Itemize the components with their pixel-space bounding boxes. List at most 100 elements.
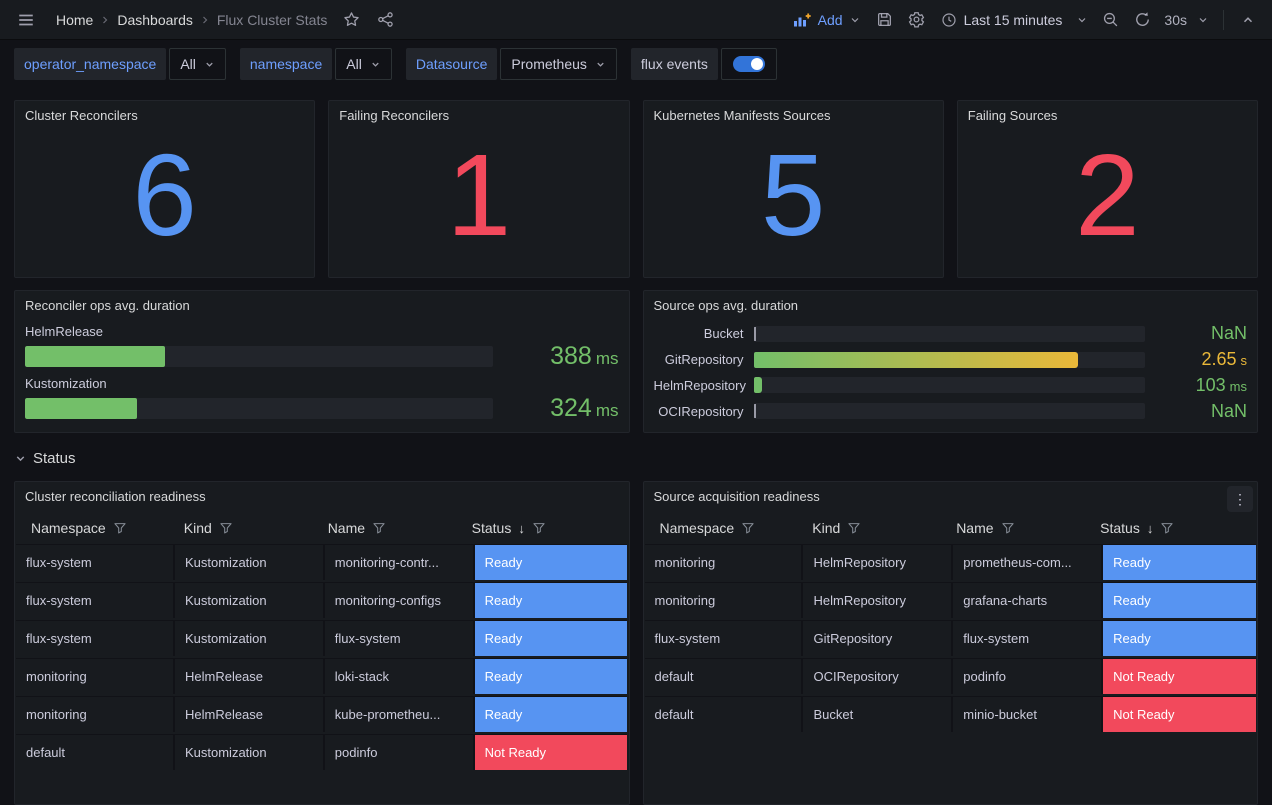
column-header-namespace[interactable]: Namespace (660, 520, 813, 536)
reconciler-ops-panel: Reconciler ops avg. duration HelmRelease… (14, 290, 630, 433)
time-range-picker[interactable]: Last 15 minutes (935, 6, 1069, 34)
gauge-track (25, 398, 493, 419)
flux-events-toggle[interactable] (721, 48, 777, 80)
refresh-icon[interactable] (1128, 6, 1156, 34)
filter-icon[interactable] (372, 521, 386, 535)
cell-name: monitoring-configs (325, 582, 475, 618)
cell-kind: Kustomization (175, 620, 325, 656)
filter-icon[interactable] (1001, 521, 1015, 535)
cell-namespace: monitoring (645, 582, 804, 618)
gauge-value: NaN (1155, 323, 1247, 344)
table-row: flux-systemKustomizationmonitoring-contr… (16, 544, 628, 580)
stat-value: 1 (329, 113, 628, 277)
status-badge: Ready (1103, 620, 1256, 656)
column-header-kind[interactable]: Kind (184, 520, 328, 536)
datasource-value-dropdown[interactable]: Prometheus (500, 48, 616, 80)
panel-title[interactable]: Source ops avg. duration (644, 291, 1258, 317)
breadcrumb-dashboards[interactable]: Dashboards (113, 12, 197, 28)
panel-menu-icon[interactable]: ⋮ (1227, 486, 1253, 512)
column-label: Kind (184, 520, 212, 536)
column-header-name[interactable]: Name (328, 520, 472, 536)
column-header-kind[interactable]: Kind (812, 520, 956, 536)
column-header-status[interactable]: Status↓ (1100, 520, 1247, 536)
time-range-chevron-icon[interactable] (1072, 6, 1092, 34)
gauge-label: Kustomization (25, 376, 619, 391)
zoom-out-icon[interactable] (1096, 6, 1124, 34)
status-section-label: Status (33, 450, 76, 467)
cell-name: grafana-charts (953, 582, 1103, 618)
filter-icon[interactable] (219, 521, 233, 535)
status-badge: Ready (475, 696, 628, 732)
cell-namespace: flux-system (645, 620, 804, 656)
table-row: monitoringHelmRepositoryprometheus-com..… (645, 544, 1257, 580)
variable-label: operator_namespace (14, 48, 166, 80)
refresh-interval-value[interactable]: 30s (1160, 12, 1189, 28)
cell-name: loki-stack (325, 658, 475, 694)
cell-namespace: monitoring (16, 696, 175, 732)
column-header-namespace[interactable]: Namespace (31, 520, 184, 536)
stat-value: 5 (644, 113, 943, 277)
gauge-label: GitRepository (654, 352, 744, 367)
add-button[interactable]: Add (787, 6, 867, 34)
filter-icon[interactable] (1160, 521, 1174, 535)
cell-kind: Kustomization (175, 734, 325, 770)
status-badge: Ready (1103, 582, 1256, 618)
gauge-track (754, 377, 1146, 393)
status-section-header[interactable]: Status (14, 446, 134, 470)
column-label: Kind (812, 520, 840, 536)
breadcrumb-current-page: Flux Cluster Stats (213, 12, 331, 28)
cell-name: minio-bucket (953, 696, 1103, 732)
filter-icon[interactable] (532, 521, 546, 535)
cell-kind: HelmRelease (175, 658, 325, 694)
menu-icon[interactable] (12, 6, 40, 34)
cell-name: prometheus-com... (953, 544, 1103, 580)
gauge-row: BucketNaN (654, 324, 1248, 344)
add-panel-icon (793, 12, 812, 28)
status-badge: Not Ready (1103, 658, 1256, 694)
chevron-down-icon (595, 59, 606, 70)
gauge-label: OCIRepository (654, 404, 744, 419)
refresh-interval-chevron-icon[interactable] (1193, 6, 1213, 34)
panel-title[interactable]: Reconciler ops avg. duration (15, 291, 629, 317)
share-icon[interactable] (371, 6, 399, 34)
star-icon[interactable] (337, 6, 365, 34)
sort-desc-icon[interactable]: ↓ (518, 521, 525, 536)
settings-gear-icon[interactable] (903, 6, 931, 34)
sort-desc-icon[interactable]: ↓ (1147, 521, 1154, 536)
save-dashboard-icon[interactable] (871, 6, 899, 34)
chevron-down-icon (370, 59, 381, 70)
source-ops-panel: Source ops avg. duration BucketNaN GitRep… (643, 290, 1259, 433)
table-row: monitoringHelmReleasekube-prometheu...Re… (16, 696, 628, 732)
gauge-track (754, 352, 1146, 368)
column-header-name[interactable]: Name (956, 520, 1100, 536)
table-header: NamespaceKind Name Status ↓ (15, 508, 629, 544)
column-label: Name (328, 520, 365, 536)
table-row: flux-systemKustomizationmonitoring-confi… (16, 582, 628, 618)
cell-name: flux-system (325, 620, 475, 656)
cell-kind: Bucket (803, 696, 953, 732)
panel-title[interactable]: Cluster reconciliation readiness (15, 482, 629, 508)
gauge-row: OCIRepositoryNaN (654, 401, 1248, 421)
cell-kind: OCIRepository (803, 658, 953, 694)
flux-events-label: flux events (631, 48, 718, 80)
table-panel-0: Cluster reconciliation readiness Namespa… (14, 481, 630, 805)
gauge-row: HelmRepository103ms (654, 375, 1248, 395)
column-header-status[interactable]: Status ↓ (472, 520, 619, 536)
filter-icon[interactable] (113, 521, 127, 535)
collapse-navbar-icon[interactable] (1234, 6, 1262, 34)
breadcrumb-home[interactable]: Home (52, 12, 97, 28)
cell-kind: HelmRepository (803, 582, 953, 618)
cell-namespace: flux-system (16, 544, 175, 580)
variable-value-dropdown[interactable]: All (169, 48, 226, 80)
panel-title[interactable]: Source acquisition readiness (644, 482, 1258, 508)
filter-icon[interactable] (741, 521, 755, 535)
variable-value-dropdown[interactable]: All (335, 48, 392, 80)
cell-name: monitoring-contr... (325, 544, 475, 580)
table-row: defaultBucketminio-bucketNot Ready (645, 696, 1257, 732)
table-body: monitoringHelmRepositoryprometheus-com..… (644, 544, 1258, 804)
cell-name: podinfo (325, 734, 475, 770)
column-label: Status (472, 520, 512, 536)
filter-icon[interactable] (847, 521, 861, 535)
cell-namespace: default (645, 696, 804, 732)
table-row: defaultKustomizationpodinfoNot Ready (16, 734, 628, 770)
